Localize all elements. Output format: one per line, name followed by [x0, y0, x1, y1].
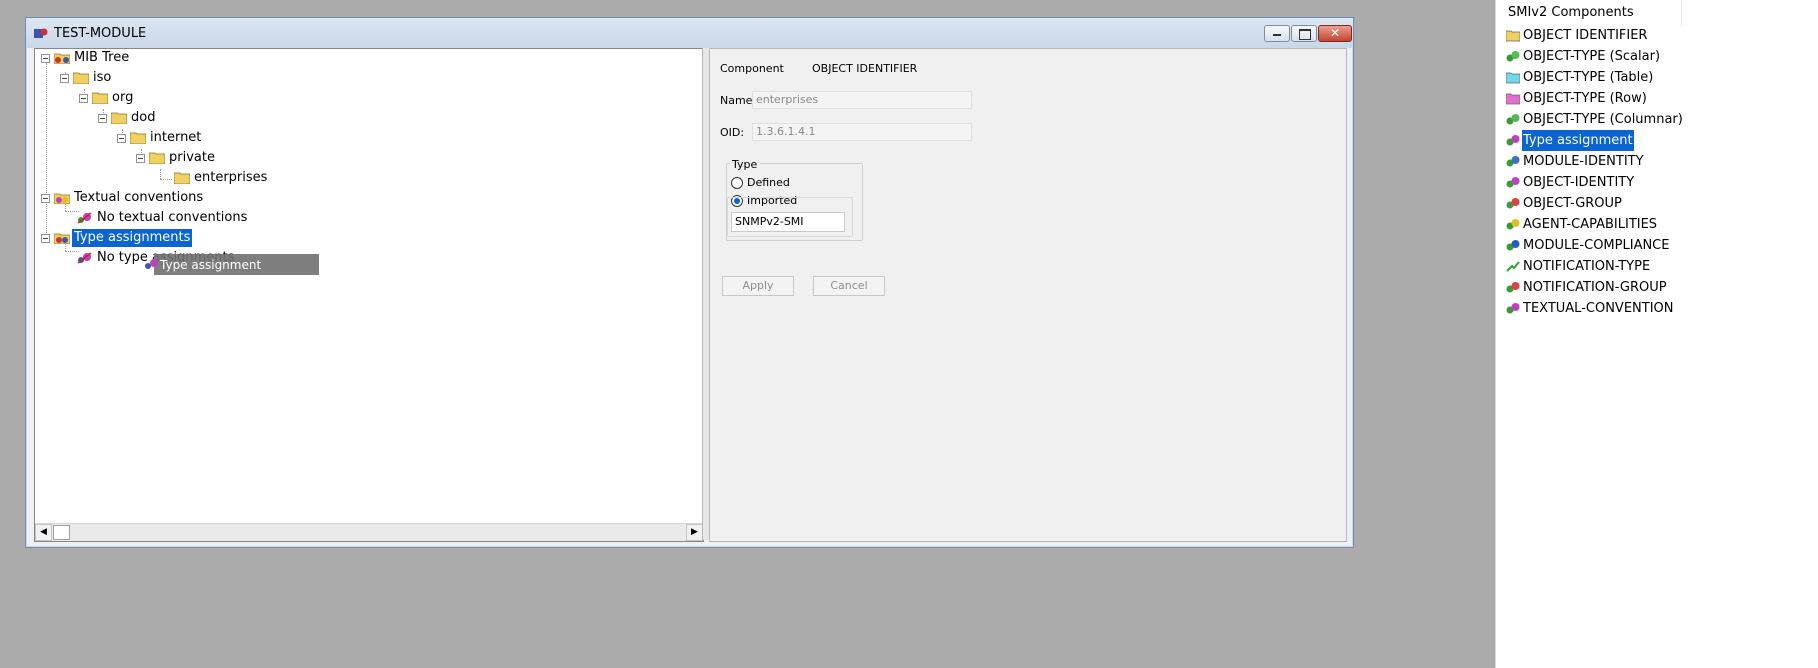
object-group-icon	[1506, 198, 1520, 209]
palette-item-label: OBJECT-TYPE (Columnar)	[1523, 112, 1683, 127]
defined-radio[interactable]	[731, 177, 743, 189]
module-identity-icon	[1506, 156, 1520, 167]
agent-capabilities-icon	[1506, 219, 1520, 230]
close-icon: ✕	[1330, 26, 1341, 40]
collapse-toggle[interactable]	[60, 74, 69, 83]
tree-node-label: No textual conventions	[97, 210, 248, 225]
mib-tree-icon	[54, 53, 70, 64]
name-field[interactable]: enterprises	[752, 91, 972, 109]
apply-button[interactable]: Apply	[722, 276, 794, 296]
tree-node-label: Textual conventions	[74, 190, 204, 205]
collapse-toggle[interactable]	[41, 54, 50, 63]
close-button[interactable]: ✕	[1318, 25, 1352, 42]
notification-group-icon	[1506, 282, 1520, 293]
scrollbar-thumb[interactable]	[53, 525, 70, 540]
palette-item-label: Type assignment	[1522, 130, 1634, 151]
collapse-toggle[interactable]	[136, 154, 145, 163]
folder-icon	[92, 92, 108, 104]
folder-icon	[130, 132, 146, 144]
palette-item-label: TEXTUAL-CONVENTION	[1523, 301, 1674, 316]
pane-splitter[interactable]	[702, 48, 709, 540]
folder-icon	[73, 72, 89, 84]
oid-field[interactable]: 1.3.6.1.4.1	[752, 123, 972, 141]
properties-panel: Component OBJECT IDENTIFIER Name: enterp…	[709, 48, 1347, 542]
tree-node-label: org	[112, 90, 134, 105]
defined-label[interactable]: Defined	[747, 176, 790, 189]
mib-tree-view[interactable]: MIB Tree iso org dod internet private en…	[34, 48, 704, 542]
palette-item-label: AGENT-CAPABILITIES	[1523, 217, 1658, 232]
palette-item-label: OBJECT-TYPE (Table)	[1523, 70, 1654, 85]
collapse-toggle[interactable]	[117, 134, 126, 143]
palette-item-label: OBJECT-TYPE (Scalar)	[1523, 49, 1661, 64]
columnar-icon	[1506, 114, 1520, 125]
palette-item-label: OBJECT-TYPE (Row)	[1523, 91, 1647, 106]
imported-module-field[interactable]: SNMPv2-SMI	[731, 212, 845, 232]
object-identity-icon	[1506, 177, 1520, 188]
horizontal-scrollbar[interactable]: ◀ ▶	[35, 523, 703, 541]
components-palette: SMIv2 Components OBJECT IDENTIFIER OBJECT…	[1495, 0, 1818, 668]
minimize-button[interactable]	[1264, 25, 1290, 42]
oid-label: OID:	[720, 126, 745, 139]
palette-item-label: NOTIFICATION-TYPE	[1523, 259, 1651, 274]
folder-icon	[111, 112, 127, 124]
maximize-icon	[1299, 29, 1311, 40]
window-title: TEST-MODULE	[54, 26, 147, 41]
palette-item-label: NOTIFICATION-GROUP	[1523, 280, 1667, 295]
type-assignments-icon	[54, 233, 70, 244]
palette-item-label: OBJECT-GROUP	[1523, 196, 1622, 211]
scroll-left-icon[interactable]: ◀	[35, 524, 52, 541]
type-assignment-icon	[145, 259, 158, 269]
minimize-icon	[1273, 34, 1281, 36]
collapse-toggle[interactable]	[98, 114, 107, 123]
module-icon	[34, 28, 48, 38]
collapse-toggle[interactable]	[41, 234, 50, 243]
palette-item-label: OBJECT-IDENTITY	[1523, 175, 1635, 190]
table-icon	[1506, 72, 1520, 84]
scalar-icon	[1506, 51, 1520, 62]
tree-node-label: internet	[150, 130, 202, 145]
drag-ghost-label: Type assignment	[160, 258, 262, 272]
name-label: Name:	[720, 94, 757, 107]
tree-node-label: Type assignments	[72, 229, 193, 247]
type-assignment-icon	[1506, 135, 1520, 146]
mib-module-window: TEST-MODULE ✕ MIB Tree iso org dod inter…	[25, 17, 1354, 548]
header-divider	[1681, 0, 1682, 26]
title-bar[interactable]: TEST-MODULE ✕	[26, 18, 1353, 48]
module-compliance-icon	[1506, 240, 1520, 251]
collapse-toggle[interactable]	[41, 194, 50, 203]
type-groupbox: Type Defined Imported SNMPv2-SMI	[726, 158, 863, 241]
cancel-button[interactable]: Cancel	[813, 276, 885, 296]
row-icon	[1506, 93, 1520, 105]
scroll-right-icon[interactable]: ▶	[686, 524, 703, 541]
textual-convention-icon	[1506, 303, 1520, 314]
tree-node-label: MIB Tree	[74, 50, 130, 65]
type-group-label: Type	[730, 158, 760, 171]
palette-item-label: MODULE-IDENTITY	[1523, 154, 1644, 169]
component-value: OBJECT IDENTIFIER	[812, 62, 918, 75]
notification-type-icon	[1506, 261, 1520, 272]
palette-item-label: MODULE-COMPLIANCE	[1523, 238, 1670, 253]
maximize-button[interactable]	[1291, 25, 1317, 42]
folder-icon	[174, 172, 190, 184]
tree-node-label: iso	[93, 70, 112, 85]
palette-header: SMIv2 Components	[1508, 5, 1634, 20]
folder-icon	[149, 152, 165, 164]
folder-icon	[1506, 30, 1520, 42]
tree-node-label: private	[169, 150, 215, 165]
tree-node-label: enterprises	[194, 170, 268, 185]
textual-convention-icon	[77, 212, 92, 224]
textual-conventions-icon	[54, 193, 70, 204]
palette-item-label: OBJECT IDENTIFIER	[1523, 28, 1648, 43]
tree-node-label: dod	[131, 110, 156, 125]
collapse-toggle[interactable]	[79, 94, 88, 103]
component-label: Component	[720, 62, 784, 75]
type-assignment-icon	[77, 252, 92, 264]
